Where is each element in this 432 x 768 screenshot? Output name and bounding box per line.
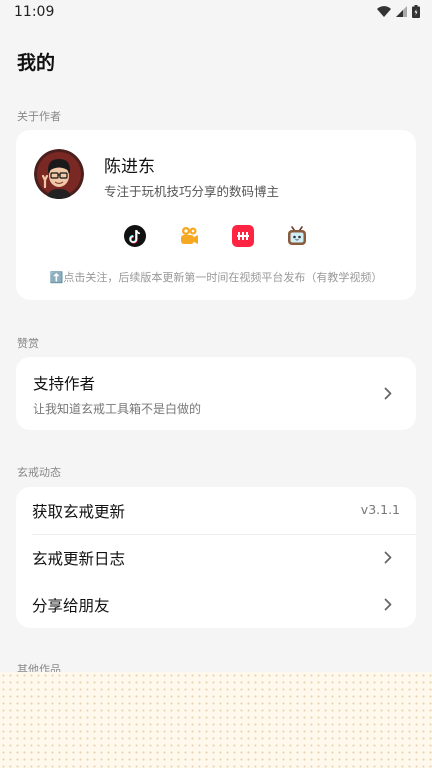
battery-icon	[412, 5, 420, 18]
status-bar: 11:09	[0, 0, 432, 24]
chevron-right-icon	[384, 551, 392, 564]
donate-section-label: 赞赏	[17, 337, 39, 350]
about-section-label: 关于作者	[17, 110, 61, 123]
status-time: 11:09	[14, 4, 55, 20]
kuaishou-icon[interactable]	[178, 225, 200, 247]
tiktok-icon[interactable]	[124, 225, 146, 247]
chevron-right-icon	[384, 387, 392, 400]
platform-links	[124, 225, 308, 247]
get-update-row[interactable]: 获取玄戒更新 v3.1.1	[16, 487, 416, 534]
dotted-background	[0, 672, 432, 768]
signal-icon	[396, 6, 407, 17]
updates-card: 获取玄戒更新 v3.1.1 玄戒更新日志 分享给朋友	[16, 487, 416, 628]
version-value: v3.1.1	[360, 502, 400, 517]
changelog-row[interactable]: 玄戒更新日志	[16, 534, 416, 581]
author-card: 陈进东 专注于玩机技巧分享的数码博主 ⬆️点击关注，后续版本更新第一时间在视频平…	[16, 130, 416, 300]
follow-notice: ⬆️点击关注，后续版本更新第一时间在视频平台发布（有教学视频）	[49, 271, 383, 284]
updates-section-label: 玄戒动态	[17, 466, 61, 479]
chevron-right-icon	[384, 598, 392, 611]
support-author-title: 支持作者	[33, 375, 96, 393]
support-author-subtitle: 让我知道玄戒工具箱不是白做的	[33, 402, 202, 416]
share-label: 分享给朋友	[32, 597, 110, 615]
bilibili-icon[interactable]	[286, 225, 308, 247]
xiaohongshu-icon[interactable]	[232, 225, 254, 247]
status-icons	[377, 5, 420, 18]
support-author-card[interactable]: 支持作者 让我知道玄戒工具箱不是白做的	[16, 357, 416, 430]
author-desc: 专注于玩机技巧分享的数码博主	[104, 184, 280, 199]
share-row[interactable]: 分享给朋友	[16, 581, 416, 628]
author-avatar[interactable]	[34, 149, 84, 199]
page-title: 我的	[17, 52, 56, 74]
wifi-icon	[377, 6, 391, 17]
get-update-label: 获取玄戒更新	[32, 503, 126, 521]
changelog-label: 玄戒更新日志	[32, 550, 126, 568]
author-name: 陈进东	[104, 157, 155, 177]
